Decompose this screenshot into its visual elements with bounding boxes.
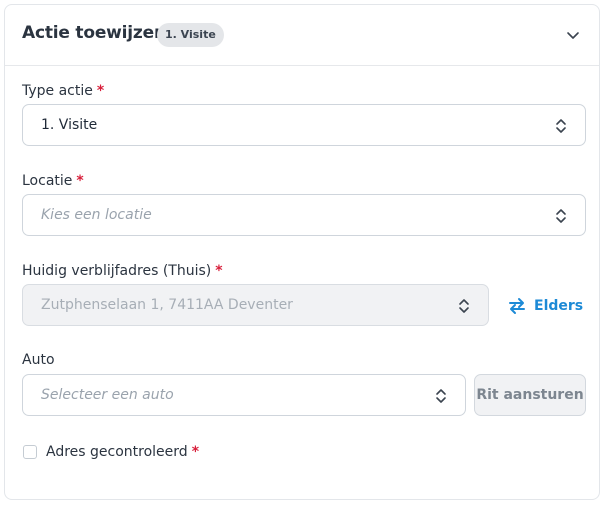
- action-card: Actie toewijzen 1. Visite Type actie * 1.…: [4, 4, 600, 500]
- type-actie-value: 1. Visite: [41, 117, 98, 133]
- adres-gecontroleerd-checkbox[interactable]: [23, 445, 37, 459]
- verblijfadres-label: Huidig verblijfadres (Thuis) *: [22, 263, 223, 279]
- auto-select[interactable]: Selecteer een auto: [22, 374, 466, 416]
- card-title: Actie toewijzen: [22, 23, 166, 43]
- sort-icon: [436, 389, 446, 403]
- adres-gecontroleerd-label[interactable]: Adres gecontroleerd *: [46, 444, 199, 460]
- verblijfadres-select: Zutphenselaan 1, 7411AA Deventer: [22, 284, 489, 326]
- locatie-label: Locatie *: [22, 173, 84, 189]
- sort-icon: [556, 119, 566, 133]
- verblijfadres-value: Zutphenselaan 1, 7411AA Deventer: [41, 297, 293, 313]
- auto-placeholder: Selecteer een auto: [41, 387, 174, 403]
- chevron-down-icon[interactable]: [565, 27, 581, 43]
- type-actie-label: Type actie *: [22, 83, 105, 99]
- elders-label: Elders: [534, 298, 584, 314]
- sort-icon: [459, 299, 469, 313]
- card-header[interactable]: Actie toewijzen 1. Visite: [5, 5, 599, 66]
- swap-arrows-icon: [509, 298, 525, 314]
- sort-icon: [556, 209, 566, 223]
- rit-aansturen-button[interactable]: Rit aansturen: [474, 374, 586, 416]
- locatie-select[interactable]: Kies een locatie: [22, 194, 586, 236]
- type-actie-select[interactable]: 1. Visite: [22, 104, 586, 146]
- auto-label: Auto: [22, 352, 55, 368]
- locatie-placeholder: Kies een locatie: [41, 207, 152, 223]
- status-badge: 1. Visite: [157, 23, 224, 47]
